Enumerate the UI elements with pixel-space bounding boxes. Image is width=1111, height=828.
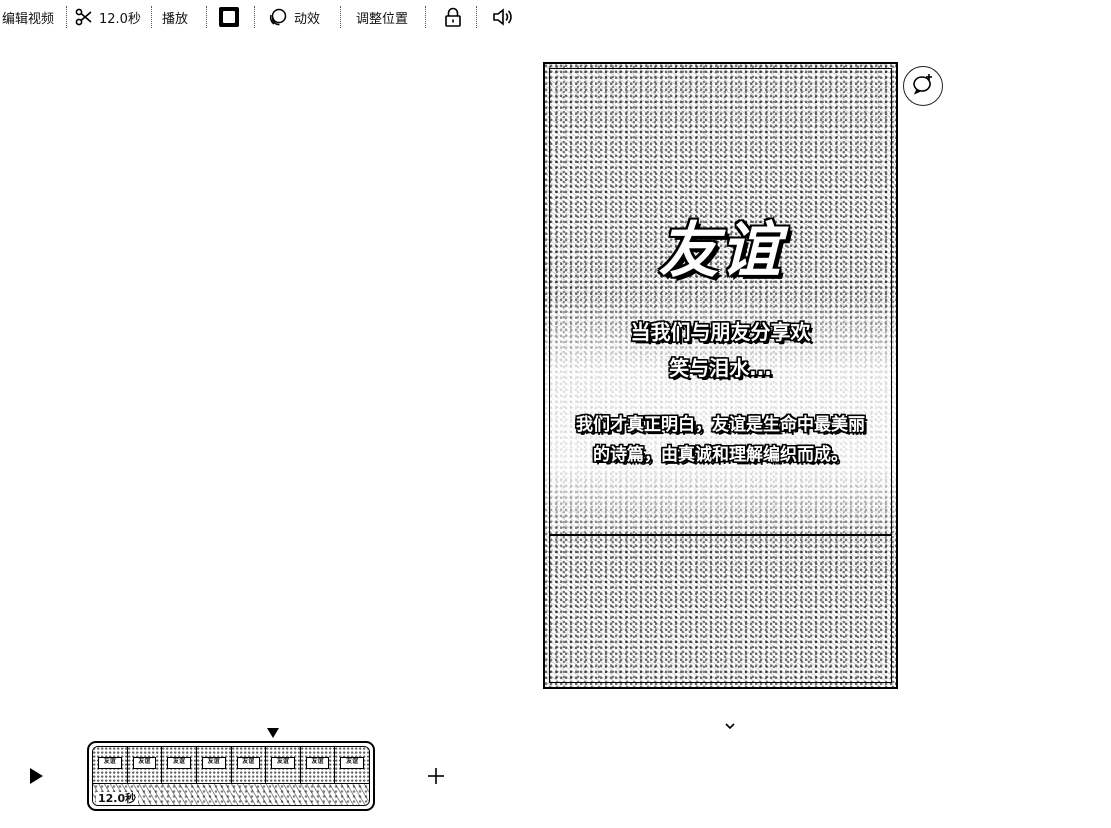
- edit-video-button[interactable]: 编辑视频: [2, 0, 54, 34]
- clip-thumbnail: 友谊: [335, 747, 369, 783]
- play-mode-button[interactable]: 播放: [162, 0, 188, 34]
- clip-thumbnails: 友谊 友谊 友谊 友谊 友谊 友谊 友谊 友谊: [93, 747, 369, 783]
- add-clip-button[interactable]: [426, 766, 446, 786]
- collapse-panel-button[interactable]: [723, 716, 737, 735]
- clip-frame: 友谊 友谊 友谊 友谊 友谊 友谊 友谊 友谊 12.0秒: [92, 746, 370, 806]
- clip-thumbnail: 友谊: [266, 747, 301, 783]
- add-comment-button[interactable]: [903, 66, 943, 106]
- play-icon: [26, 768, 46, 790]
- toolbar-divider: [425, 6, 426, 28]
- lock-button[interactable]: [444, 0, 462, 34]
- lock-icon: [444, 7, 462, 27]
- clip-thumbnail-title: 友谊: [340, 757, 364, 769]
- comment-add-icon: [911, 72, 935, 100]
- toolbar-divider: [476, 6, 477, 28]
- adjust-position-button[interactable]: 调整位置: [356, 0, 408, 34]
- animation-icon: [268, 7, 288, 27]
- edit-video-label: 编辑视频: [2, 11, 55, 27]
- animation-label: 动效: [294, 11, 321, 27]
- clip-thumbnail: 友谊: [162, 747, 197, 783]
- preview-caption-line-3: 我们才真正明白，友谊是生命中最美丽: [576, 415, 865, 435]
- clip-thumbnail-title: 友谊: [167, 757, 191, 769]
- preview-caption-line-1: 当我们与朋友分享欢: [630, 320, 811, 344]
- clip-thumbnail-title: 友谊: [305, 757, 330, 769]
- trim-duration-button[interactable]: 12.0秒: [75, 0, 141, 34]
- toolbar-divider: [206, 6, 207, 28]
- clip-thumbnail: 友谊: [127, 747, 163, 783]
- clip-thumbnail: 友谊: [196, 747, 232, 783]
- toolbar-divider: [66, 6, 67, 28]
- play-mode-label: 播放: [162, 11, 189, 27]
- clip-duration-label: 12.0秒: [96, 792, 139, 805]
- clip-thumbnail-title: 友谊: [98, 757, 122, 769]
- animation-button[interactable]: 动效: [268, 0, 320, 34]
- duration-label: 12.0秒: [99, 11, 141, 27]
- clip-thumbnail: 友谊: [93, 747, 128, 783]
- toolbar-divider: [254, 6, 255, 28]
- clip-thumbnail: 友谊: [231, 747, 267, 783]
- preview-caption-line-2: 笑与泪水...: [669, 356, 772, 380]
- scissors-icon: [75, 8, 93, 26]
- adjust-position-label: 调整位置: [356, 11, 409, 27]
- chevron-down-icon: [723, 716, 737, 735]
- preview-title: 友谊: [658, 216, 783, 286]
- toolbar-divider: [151, 6, 152, 28]
- clip-thumbnail: 友谊: [300, 747, 336, 783]
- preview-caption-line-4: 的诗篇，由真诚和理解编织而成。: [593, 445, 848, 465]
- swatch-icon: [219, 7, 239, 27]
- clip-thumbnail-title: 友谊: [132, 757, 157, 769]
- video-preview[interactable]: 友谊 当我们与朋友分享欢 笑与泪水... 我们才真正明白，友谊是生命中最美丽 的…: [543, 62, 898, 689]
- toolbar-divider: [340, 6, 341, 28]
- plus-icon: [426, 768, 446, 790]
- clip-thumbnail-title: 友谊: [236, 757, 261, 769]
- play-button[interactable]: [26, 766, 46, 786]
- background-swatch-button[interactable]: [219, 0, 239, 34]
- volume-icon: [492, 7, 514, 27]
- toolbar: 编辑视频 12.0秒 播放 动效 调整位置: [0, 0, 540, 34]
- clip-thumbnail-title: 友谊: [271, 757, 295, 769]
- volume-button[interactable]: [492, 0, 514, 34]
- clip-thumbnail-title: 友谊: [201, 757, 226, 769]
- clip-audio-strip: 12.0秒: [93, 783, 369, 805]
- timeline-clip[interactable]: 友谊 友谊 友谊 友谊 友谊 友谊 友谊 友谊 12.0秒: [87, 741, 375, 811]
